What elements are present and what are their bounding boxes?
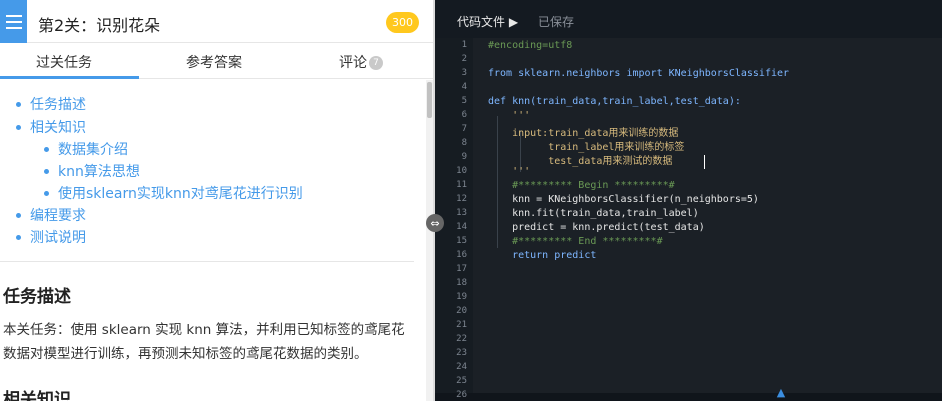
tab-reference-label: 参考答案: [186, 55, 242, 71]
line-number: 15: [456, 236, 467, 246]
toc-item-related-knowledge[interactable]: 相关知识: [16, 117, 86, 137]
line-number: 24: [456, 362, 467, 372]
toc-item-sklearn-knn[interactable]: 使用sklearn实现knn对鸢尾花进行识别: [44, 183, 303, 203]
line-number: 9: [461, 152, 467, 162]
line-number: 2: [461, 54, 467, 64]
code-line: def knn(train_data,train_label,test_data…: [488, 96, 741, 107]
task-header: 第2关：识别花朵 300: [0, 0, 433, 43]
score-badge: 300: [386, 12, 419, 33]
task-panel: 第2关：识别花朵 300 过关任务 参考答案 评论 7 任务描述 相关知识 数据集…: [0, 0, 433, 401]
hamburger-menu-icon[interactable]: [0, 0, 27, 43]
splitter-handle-icon[interactable]: ⇔: [426, 214, 444, 232]
tab-tasks[interactable]: 过关任务: [36, 52, 92, 72]
save-status: 已保存: [538, 15, 575, 29]
code-line: input:train_data用来训练的数据: [488, 128, 679, 139]
editor-bottom-bar: [435, 393, 942, 401]
tab-comments-label: 评论: [339, 55, 367, 71]
line-number: 16: [456, 250, 467, 260]
line-number: 21: [456, 320, 467, 330]
line-number: 19: [456, 292, 467, 302]
code-line: ''': [488, 110, 531, 121]
line-number: 22: [456, 334, 467, 344]
text-cursor: [704, 155, 705, 169]
line-number: 8: [461, 138, 467, 148]
content-divider: [0, 261, 414, 262]
toc-item-task-description[interactable]: 任务描述: [16, 94, 86, 114]
tab-reference-answer[interactable]: 参考答案: [186, 52, 242, 72]
line-number: 5: [461, 96, 467, 106]
line-number: 7: [461, 124, 467, 134]
line-number: 18: [456, 278, 467, 288]
toc-item-dataset-intro[interactable]: 数据集介绍: [44, 139, 128, 159]
code-line: return predict: [488, 250, 597, 261]
line-number: 13: [456, 208, 467, 218]
code-line: train_label用来训练的标签: [488, 142, 685, 153]
line-number: 3: [461, 68, 467, 78]
line-number: 14: [456, 222, 467, 232]
line-number: 17: [456, 264, 467, 274]
task-scrollbar-track[interactable]: [426, 80, 433, 401]
code-editor-panel: 代码文件 ▶ 已保存 #encoding=utf8 from sklearn.ne…: [435, 0, 942, 401]
code-line: #encoding=utf8: [488, 40, 573, 51]
line-number: 10: [456, 166, 467, 176]
line-number: 4: [461, 82, 467, 92]
line-number: 26: [456, 390, 467, 400]
related-knowledge-heading: 相关知识: [3, 390, 71, 401]
line-number: 1: [461, 40, 467, 50]
tab-tasks-label: 过关任务: [36, 55, 92, 71]
tab-comments[interactable]: 评论 7: [339, 52, 383, 72]
task-tabs: 过关任务 参考答案 评论 7: [0, 44, 433, 79]
code-line: #********* End *********#: [488, 236, 663, 247]
code-line: #********* Begin *********#: [488, 180, 675, 191]
editor-toolbar: 代码文件 ▶ 已保存: [435, 0, 942, 38]
code-line: knn = KNeighborsClassifier(n_neighbors=5…: [488, 194, 759, 205]
comment-count-badge: 7: [369, 56, 383, 70]
task-description-heading: 任务描述: [3, 287, 71, 307]
line-number: 11: [456, 180, 467, 190]
line-number: 25: [456, 376, 467, 386]
toc-item-programming-requirements[interactable]: 编程要求: [16, 205, 86, 225]
level-title: 第2关：识别花朵: [38, 16, 161, 35]
code-file-tab[interactable]: 代码文件 ▶: [457, 13, 518, 30]
code-line: ''': [488, 166, 531, 177]
line-number: 23: [456, 348, 467, 358]
toc-item-knn-idea[interactable]: knn算法思想: [44, 161, 140, 181]
code-line: knn.fit(train_data,train_label): [488, 208, 699, 219]
code-line: from sklearn.neighbors import KNeighbors…: [488, 68, 790, 79]
toc-item-test-instructions[interactable]: 测试说明: [16, 227, 86, 247]
panel-toggle-icon[interactable]: ▲: [770, 385, 792, 399]
line-number: 12: [456, 194, 467, 204]
code-line: predict = knn.predict(test_data): [488, 222, 705, 233]
task-content: 任务描述 相关知识 数据集介绍 knn算法思想 使用sklearn实现knn对鸢…: [0, 80, 426, 401]
task-scrollbar-thumb[interactable]: [427, 82, 432, 118]
line-number: 6: [461, 110, 467, 120]
task-description-text: 本关任务：使用 sklearn 实现 knn 算法，并利用已知标签的鸢尾花数据对…: [3, 322, 405, 362]
active-tab-indicator: [0, 76, 139, 79]
line-number: 20: [456, 306, 467, 316]
code-line: test_data用来测试的数据: [488, 156, 673, 167]
code-area[interactable]: #encoding=utf8 from sklearn.neighbors imp…: [488, 38, 928, 393]
